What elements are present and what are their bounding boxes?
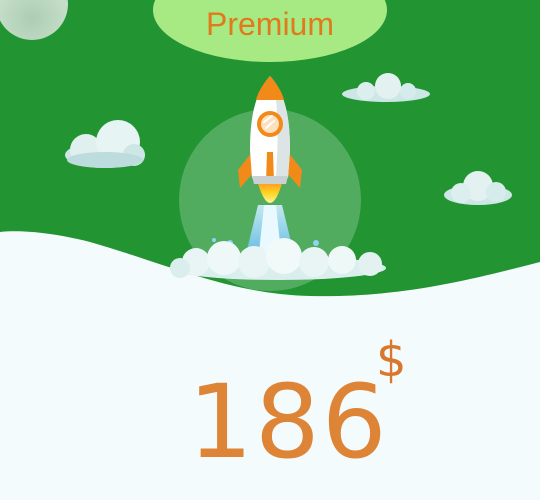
plan-name: Premium: [205, 6, 334, 42]
currency-symbol: $: [376, 332, 407, 388]
price-amount: 186: [188, 363, 389, 482]
